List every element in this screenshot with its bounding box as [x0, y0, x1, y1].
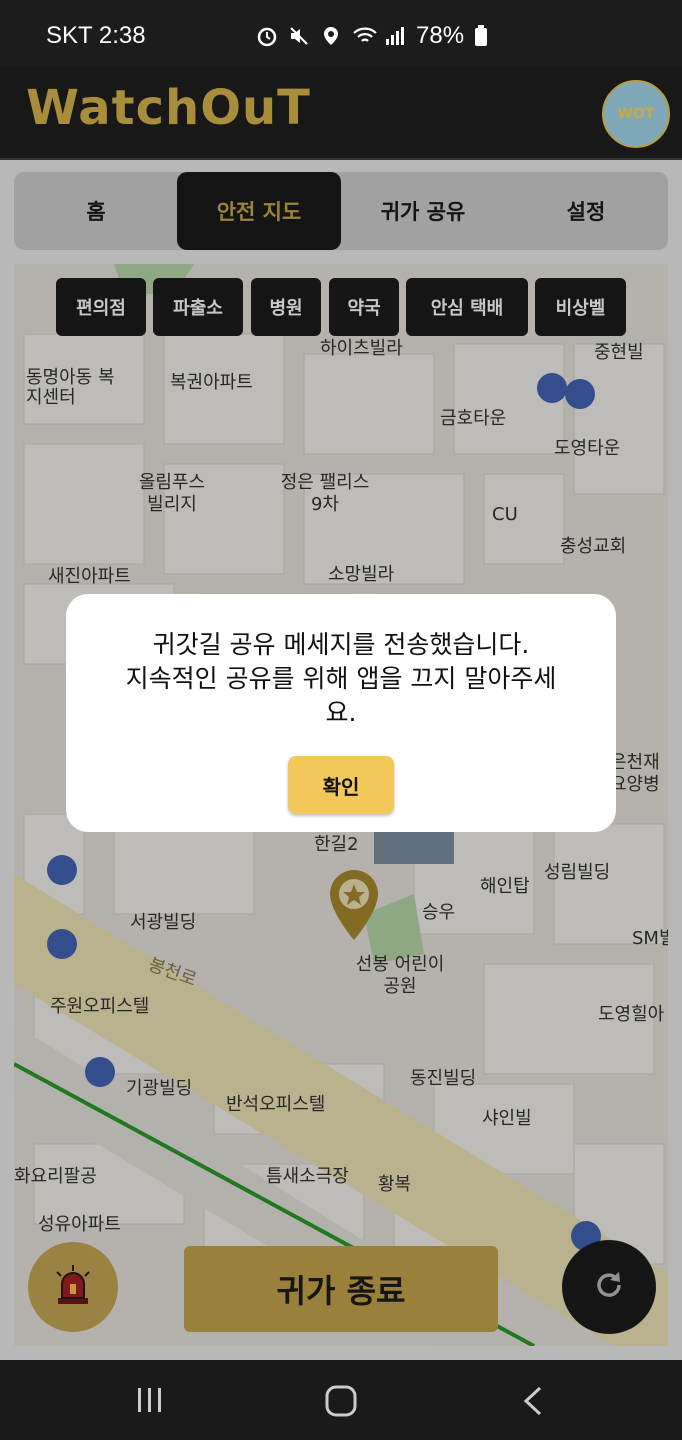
dialog-message: 귀갓길 공유 메세지를 전송했습니다. 지속적인 공유를 위해 앱을 끄지 말아…	[96, 628, 586, 730]
share-sent-dialog: 귀갓길 공유 메세지를 전송했습니다. 지속적인 공유를 위해 앱을 끄지 말아…	[66, 594, 616, 832]
recent-apps-icon[interactable]	[134, 1384, 166, 1420]
mute-icon	[288, 25, 310, 47]
dialog-message-line: 지속적인 공유를 위해 앱을 끄지 말아주세	[125, 664, 557, 693]
home-icon[interactable]	[324, 1384, 358, 1422]
wifi-icon	[352, 25, 377, 47]
alarm-icon	[256, 25, 278, 47]
status-icons: 78%	[256, 22, 496, 50]
status-bar: SKT 2:38 78%	[0, 0, 682, 66]
app-logo: WatchOuT	[26, 80, 311, 136]
profile-avatar[interactable]: WOT	[602, 80, 670, 148]
battery-percent: 78%	[416, 22, 465, 49]
dialog-message-line: 귀갓길 공유 메세지를 전송했습니다.	[152, 630, 530, 659]
location-icon	[320, 25, 342, 47]
dialog-message-line: 요.	[325, 698, 357, 727]
status-time: SKT 2:38	[46, 22, 146, 49]
system-nav-bar	[0, 1360, 682, 1440]
back-icon[interactable]	[518, 1384, 548, 1422]
confirm-button[interactable]: 확인	[288, 756, 394, 814]
battery-icon	[474, 25, 496, 47]
app-bar: WatchOuT WOT	[0, 66, 682, 160]
signal-icon	[384, 25, 406, 47]
